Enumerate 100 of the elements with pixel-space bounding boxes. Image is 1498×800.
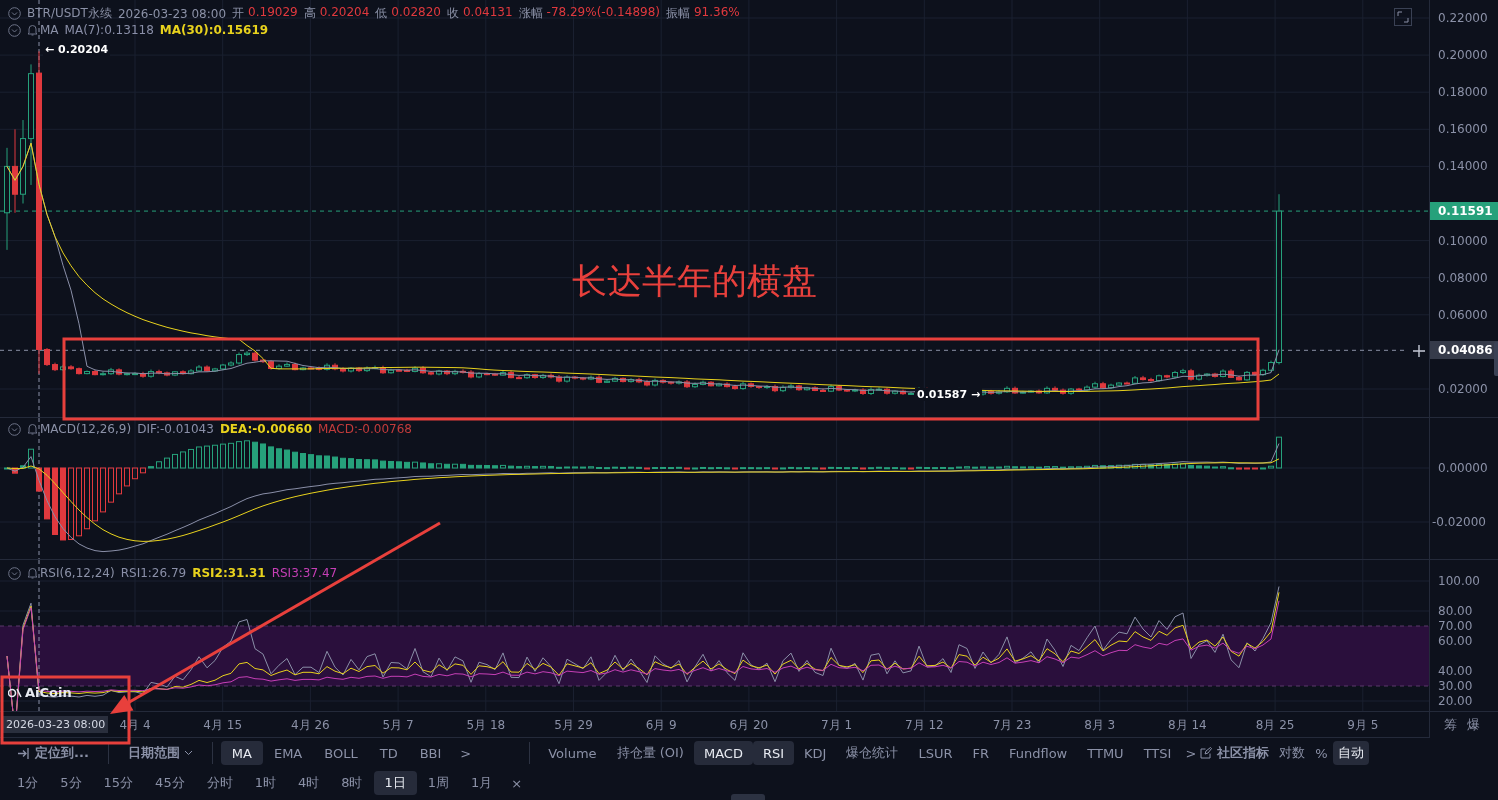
indicator-tab[interactable]: MA	[220, 741, 263, 765]
indicator-tab[interactable]: BBI	[408, 741, 453, 765]
indicator-value: RSI3:37.47	[271, 566, 338, 580]
indicator-tab[interactable]: TTSI	[1133, 741, 1182, 765]
indicator-value: RSI2:31.31	[192, 566, 266, 580]
indicator-value: MACD:-0.00768	[318, 422, 412, 436]
indicator-name: RSI(6,12,24)	[40, 566, 115, 580]
date-label: 8月 25	[1255, 717, 1295, 734]
axis-label: 0.14000	[1438, 158, 1488, 175]
indicator-name: MACD(12,26,9)	[40, 422, 132, 436]
interval-tab[interactable]: 45分	[144, 771, 196, 795]
ohlc-label: 收	[446, 5, 459, 22]
indicator-value: DEA:-0.00660	[219, 422, 312, 436]
interval-tab[interactable]: 4时	[286, 771, 331, 795]
more-button[interactable]: >	[1181, 741, 1201, 765]
high-price-marker: ← 0.20204	[43, 43, 111, 56]
indicator-value: MA(7):0.13118	[64, 23, 154, 37]
indicator-tab[interactable]: 爆仓统计	[836, 741, 909, 765]
ohlc-label: 开	[232, 5, 245, 22]
ohlc-label: 振幅	[665, 5, 690, 22]
axis-label: 0.06000	[1438, 306, 1488, 323]
cursor-date-tag: 2026-03-23 08:00	[3, 716, 109, 733]
axis-label: 80.00	[1438, 603, 1473, 619]
date-label: 9月 5	[1347, 717, 1379, 734]
axis-label: 70.00	[1438, 618, 1473, 634]
interval-tab[interactable]: 1时	[243, 771, 287, 795]
annotation-text: 长达半年的横盘	[572, 260, 817, 303]
axis-label: 0.16000	[1438, 121, 1488, 138]
date-range-dropdown[interactable]: 日期范围	[116, 741, 204, 765]
axis-label: 0.22000	[1438, 10, 1488, 26]
indicator-tab[interactable]: Fundflow	[998, 741, 1078, 765]
date-label: 8月 14	[1168, 717, 1207, 734]
ohlc-label: 涨幅	[518, 5, 543, 22]
last-price-tag: 0.11591	[1430, 202, 1498, 221]
ohlc-value: 91.36%	[693, 5, 740, 21]
scale-mode-button[interactable]: %	[1310, 741, 1333, 765]
date-label: 6月 9	[645, 717, 677, 734]
axis-label: 0.00000	[1438, 460, 1488, 476]
date-label: 5月 18	[466, 717, 506, 734]
candle-time: 2026-03-23 08:00	[117, 6, 227, 21]
indicator-tab[interactable]: FR	[962, 741, 999, 765]
interval-tab[interactable]: 5分	[49, 771, 93, 795]
close-button[interactable]: ×	[503, 771, 531, 795]
axis-label: 100.00	[1438, 573, 1480, 589]
ohlc-value: 0.04131	[462, 5, 513, 21]
indicator-tab[interactable]: Volume	[538, 741, 607, 765]
interval-tab[interactable]: 1月	[460, 771, 504, 795]
indicator-name: MA	[40, 23, 59, 37]
scale-mode-button[interactable]: 自动	[1332, 741, 1369, 765]
indicator-tab[interactable]: TTMU	[1077, 741, 1134, 765]
symbol-name: BTR/USDT永续	[27, 5, 112, 22]
interval-tab[interactable]: 1日	[373, 771, 417, 795]
side-panel-tab[interactable]: 筹	[1444, 716, 1457, 734]
date-label: 8月 3	[1084, 717, 1116, 734]
indicator-value: MA(30):0.15619	[159, 23, 269, 37]
ohlc-value: 0.20204	[319, 5, 370, 21]
more-button[interactable]: >	[452, 741, 480, 765]
axis-label: 20.00	[1438, 693, 1473, 709]
ohlc-value: 0.19029	[248, 5, 298, 21]
date-label: 4月 26	[291, 717, 330, 734]
axis-label: 0.08000	[1438, 269, 1488, 286]
date-label: 6月 20	[729, 717, 769, 734]
date-label: 4月 15	[203, 717, 243, 734]
axis-label: 40.00	[1438, 663, 1473, 679]
interval-tab[interactable]: 1周	[416, 771, 461, 795]
indicator-tab[interactable]: BOLL	[313, 741, 369, 765]
indicator-tab[interactable]: 持仓量 (OI)	[606, 741, 694, 765]
interval-tab[interactable]: 分时	[195, 771, 244, 795]
interval-tab[interactable]: 8时	[330, 771, 374, 795]
low-price-marker: 0.01587 →	[915, 388, 983, 401]
interval-tab[interactable]: 1分	[6, 771, 50, 795]
indicator-value: DIF:-0.01043	[137, 422, 214, 436]
axis-label: -0.02000	[1432, 514, 1486, 530]
indicator-value: RSI1:26.79	[120, 566, 187, 580]
indicator-tab[interactable]: LSUR	[908, 741, 963, 765]
locate-button[interactable]: 定位到...	[6, 741, 100, 765]
ohlc-label: 低	[375, 5, 388, 22]
ohlc-value: -78.29%(-0.14898)	[546, 5, 660, 21]
axis-label: 0.10000	[1438, 232, 1488, 249]
indicator-tab[interactable]: MACD	[693, 741, 753, 765]
indicator-tab[interactable]: TD	[368, 741, 409, 765]
ohlc-label: 高	[303, 5, 316, 22]
scale-mode-button[interactable]: 对数	[1274, 741, 1311, 765]
indicator-tab[interactable]: EMA	[262, 741, 314, 765]
indicator-tab[interactable]: KDJ	[794, 741, 837, 765]
axis-label: 60.00	[1438, 633, 1473, 649]
axis-label: 0.02000	[1438, 381, 1488, 397]
date-label: 7月 1	[821, 717, 853, 734]
side-panel-tab[interactable]: 爆	[1467, 716, 1480, 734]
axis-label: 30.00	[1438, 678, 1473, 694]
date-label: 7月 12	[904, 717, 944, 734]
crosshair-price-tag: 0.04086	[1430, 341, 1498, 360]
indicator-tab[interactable]: RSI	[752, 741, 794, 765]
date-label: 5月 7	[382, 717, 414, 734]
community-indicators-button[interactable]: 社区指标	[1212, 741, 1275, 765]
date-label: 5月 29	[554, 717, 593, 734]
date-label: 7月 23	[992, 717, 1032, 734]
interval-tab[interactable]: 15分	[92, 771, 145, 795]
axis-label: 0.18000	[1438, 84, 1488, 101]
ohlc-value: 0.02820	[391, 5, 441, 21]
